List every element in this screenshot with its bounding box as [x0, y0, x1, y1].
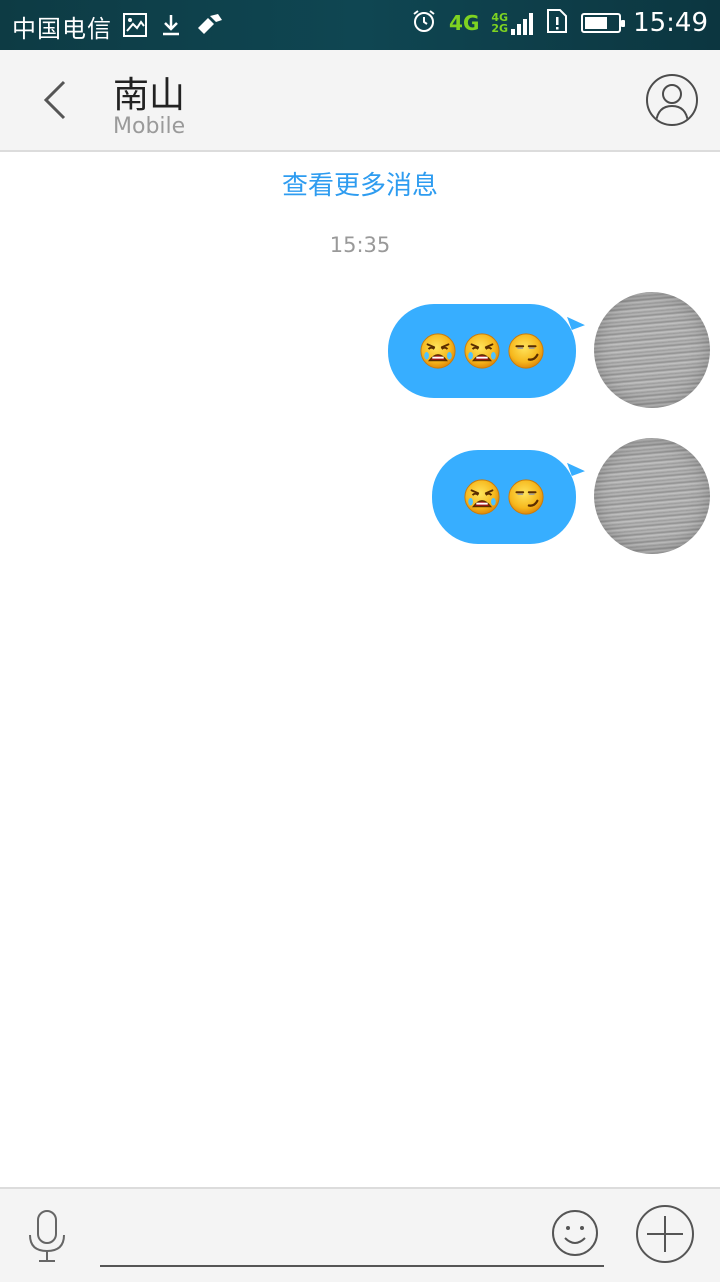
load-more-messages-link[interactable]: 查看更多消息 [0, 165, 720, 202]
user-avatar[interactable] [594, 292, 710, 408]
battery-level-fill [585, 17, 608, 29]
smirk-emoji-icon [507, 332, 545, 370]
alarm-icon [411, 8, 437, 38]
person-icon [655, 84, 689, 123]
message-bubble[interactable] [432, 450, 576, 544]
microphone-icon [29, 1210, 65, 1262]
smiley-icon [552, 1210, 598, 1256]
message-input-bar [0, 1187, 720, 1282]
contact-name: 南山 [113, 75, 186, 116]
back-button[interactable] [30, 72, 80, 128]
message-timestamp: 15:35 [329, 233, 391, 257]
user-avatar[interactable] [594, 438, 710, 554]
smirk-emoji-icon [507, 478, 545, 516]
chat-header: 南山 Mobile [0, 50, 720, 152]
tool-icon [194, 12, 224, 42]
crying-angry-emoji-icon [463, 332, 501, 370]
message-bubble[interactable] [388, 304, 576, 398]
network-4g-label: 4G [449, 11, 480, 35]
image-icon [122, 12, 148, 42]
status-bar: 中国电信 4G 4G 2G 15:49 [0, 0, 720, 50]
chevron-left-icon [43, 80, 66, 120]
more-options-button[interactable] [635, 1204, 695, 1264]
network-secondary-bottom: 2G [491, 22, 509, 35]
download-icon [158, 12, 184, 42]
signal-strength: 4G 2G [491, 11, 534, 35]
plus-icon [636, 1205, 694, 1263]
battery-icon [581, 13, 626, 33]
sim-alert-icon [545, 8, 569, 38]
contact-subtitle: Mobile [113, 114, 186, 139]
crying-angry-emoji-icon [419, 332, 457, 370]
signal-bars-icon [511, 11, 534, 35]
voice-input-button[interactable] [24, 1207, 70, 1267]
carrier-name: 中国电信 [12, 15, 112, 43]
message-text-input[interactable] [100, 1229, 604, 1267]
emoji-button[interactable] [551, 1209, 599, 1257]
contact-profile-button[interactable] [646, 74, 698, 126]
clock-time: 15:49 [633, 8, 708, 38]
crying-angry-emoji-icon [463, 478, 501, 516]
